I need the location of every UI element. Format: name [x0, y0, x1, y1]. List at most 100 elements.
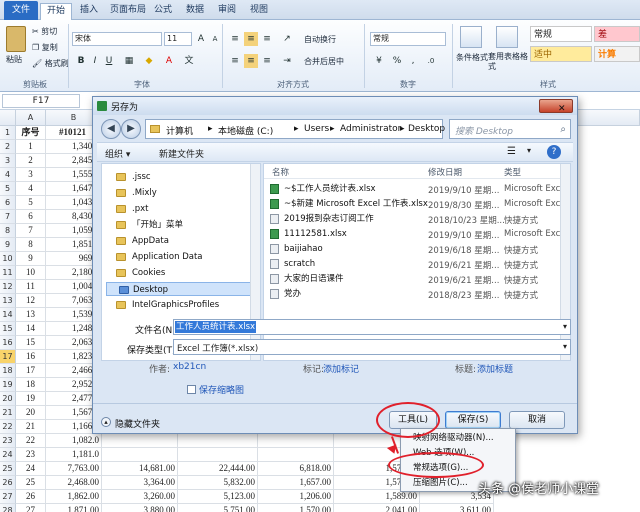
- row-header[interactable]: 3: [0, 154, 16, 168]
- tab-file[interactable]: 文件: [4, 1, 39, 20]
- author-value[interactable]: xb21cn: [173, 362, 206, 372]
- cut-button[interactable]: ✂ 剪切: [32, 26, 57, 37]
- border-icon[interactable]: ▦: [122, 54, 136, 68]
- table-format-button[interactable]: 套用表格格式: [488, 52, 528, 72]
- back-button[interactable]: ◀: [101, 119, 121, 139]
- align-bottom-icon[interactable]: ≡: [260, 32, 274, 46]
- row-header[interactable]: 2: [0, 140, 16, 154]
- sheet-cell[interactable]: 23: [16, 448, 46, 462]
- nav-item[interactable]: .pxt: [116, 202, 148, 216]
- address-bar[interactable]: 计算机 ▸ 本地磁盘 (C:) ▸ Users ▸ Administrator …: [145, 119, 445, 139]
- copy-button[interactable]: ❐ 复制: [32, 42, 58, 53]
- select-all-corner[interactable]: [0, 110, 16, 126]
- sheet-cell[interactable]: 7,763.00: [46, 462, 102, 476]
- nav-item[interactable]: AppData: [116, 234, 169, 248]
- sheet-cell[interactable]: 5: [16, 196, 46, 210]
- sheet-cell[interactable]: 27: [16, 504, 46, 512]
- sheet-cell[interactable]: 5,123.00: [178, 490, 258, 504]
- row-header[interactable]: 15: [0, 322, 16, 336]
- indent-icon[interactable]: ⇥: [280, 54, 294, 68]
- row-header[interactable]: 20: [0, 392, 16, 406]
- sheet-cell[interactable]: 8: [16, 238, 46, 252]
- close-button[interactable]: ✕: [539, 99, 573, 114]
- font-size-select[interactable]: 11: [164, 32, 192, 46]
- sheet-cell[interactable]: 1,181.0: [46, 448, 102, 462]
- view-dropdown-icon[interactable]: ▾: [527, 146, 531, 155]
- column-header-a[interactable]: A: [16, 110, 46, 126]
- paste-button[interactable]: 粘贴: [6, 54, 22, 65]
- sheet-cell[interactable]: 1,589.00: [334, 490, 420, 504]
- sheet-cell[interactable]: 15: [16, 336, 46, 350]
- font-name-select[interactable]: 宋体: [72, 32, 162, 46]
- nav-item[interactable]: IntelGraphicsProfiles: [116, 298, 219, 312]
- filename-input[interactable]: 工作人员统计表.xlsx ▾: [173, 319, 571, 335]
- phonetic-icon[interactable]: 文: [182, 54, 196, 68]
- grow-font-icon[interactable]: A: [194, 32, 208, 46]
- row-header[interactable]: 5: [0, 182, 16, 196]
- row-header[interactable]: 24: [0, 448, 16, 462]
- conditional-format-icon[interactable]: [460, 26, 482, 48]
- paste-icon[interactable]: [6, 26, 26, 52]
- sheet-cell[interactable]: 1,082.0: [46, 434, 102, 448]
- font-color-icon[interactable]: A: [162, 54, 176, 68]
- file-row[interactable]: ~$工作人员统计表.xlsx 2019/9/10 星期... Microsoft E…: [264, 182, 570, 196]
- sheet-cell[interactable]: 7: [16, 224, 46, 238]
- file-row[interactable]: ~$新建 Microsoft Excel 工作表.xlsx 2019/8/30 星…: [264, 197, 570, 211]
- sheet-cell[interactable]: 1,862.00: [46, 490, 102, 504]
- row-header[interactable]: 21: [0, 406, 16, 420]
- align-middle-icon[interactable]: ≡: [244, 32, 258, 46]
- sheet-cell[interactable]: 22: [16, 434, 46, 448]
- filename-dropdown-icon[interactable]: ▾: [563, 322, 567, 331]
- thumbnail-checkbox[interactable]: [187, 385, 196, 394]
- sheet-cell[interactable]: 6,818.00: [258, 462, 334, 476]
- add-tags-link[interactable]: 添加标记: [323, 362, 359, 375]
- sheet-cell[interactable]: 19: [16, 392, 46, 406]
- breadcrumb-computer[interactable]: 计算机: [166, 124, 193, 137]
- hide-folders-button[interactable]: 隐藏文件夹: [115, 417, 160, 430]
- sheet-cell[interactable]: 26: [16, 490, 46, 504]
- tab-home[interactable]: 开始: [40, 3, 73, 20]
- sheet-cell[interactable]: 20: [16, 406, 46, 420]
- sheet-cell[interactable]: 24: [16, 462, 46, 476]
- breadcrumb-local-disk[interactable]: 本地磁盘 (C:): [218, 124, 273, 137]
- row-header[interactable]: 8: [0, 224, 16, 238]
- sheet-cell[interactable]: 序号: [16, 126, 46, 140]
- row-header[interactable]: 27: [0, 490, 16, 504]
- sheet-cell[interactable]: 3,260.00: [102, 490, 178, 504]
- sheet-cell[interactable]: 3,880.00: [102, 504, 178, 512]
- sheet-cell[interactable]: [102, 448, 178, 462]
- view-options-icon[interactable]: ☰: [507, 146, 516, 157]
- tab-page-layout[interactable]: 页面布局: [104, 3, 152, 20]
- shrink-font-icon[interactable]: A: [208, 32, 222, 46]
- new-folder-button[interactable]: 新建文件夹: [159, 147, 204, 160]
- dialog-title-bar[interactable]: 另存为 ✕: [93, 97, 577, 115]
- row-header[interactable]: 1: [0, 126, 16, 140]
- add-title-link[interactable]: 添加标题: [477, 362, 513, 375]
- align-top-icon[interactable]: ≡: [228, 32, 242, 46]
- row-header[interactable]: 26: [0, 476, 16, 490]
- style-calculation[interactable]: 计算: [594, 46, 640, 62]
- tab-formulas[interactable]: 公式: [148, 3, 178, 20]
- tab-review[interactable]: 审阅: [212, 3, 242, 20]
- nav-item[interactable]: 「开始」菜单: [116, 218, 183, 232]
- tab-data[interactable]: 数据: [180, 3, 210, 20]
- sheet-cell[interactable]: 5,751.00: [178, 504, 258, 512]
- row-header[interactable]: 6: [0, 196, 16, 210]
- percent-icon[interactable]: %: [390, 54, 404, 68]
- sheet-cell[interactable]: [178, 434, 258, 448]
- sheet-cell[interactable]: [178, 448, 258, 462]
- save-button[interactable]: 保存(S): [445, 411, 501, 429]
- sheet-cell[interactable]: [258, 448, 334, 462]
- row-header[interactable]: 13: [0, 294, 16, 308]
- style-normal[interactable]: 常规: [530, 26, 592, 42]
- style-bad[interactable]: 差: [594, 26, 640, 42]
- column-date-header[interactable]: 修改日期: [428, 166, 462, 178]
- sheet-cell[interactable]: 22,444.00: [178, 462, 258, 476]
- row-header[interactable]: 10: [0, 252, 16, 266]
- help-icon[interactable]: ?: [547, 145, 561, 159]
- sheet-cell[interactable]: [102, 434, 178, 448]
- breadcrumb-users[interactable]: Users: [304, 124, 329, 134]
- sheet-cell[interactable]: 14,681.00: [102, 462, 178, 476]
- row-header[interactable]: 4: [0, 168, 16, 182]
- row-header[interactable]: 23: [0, 434, 16, 448]
